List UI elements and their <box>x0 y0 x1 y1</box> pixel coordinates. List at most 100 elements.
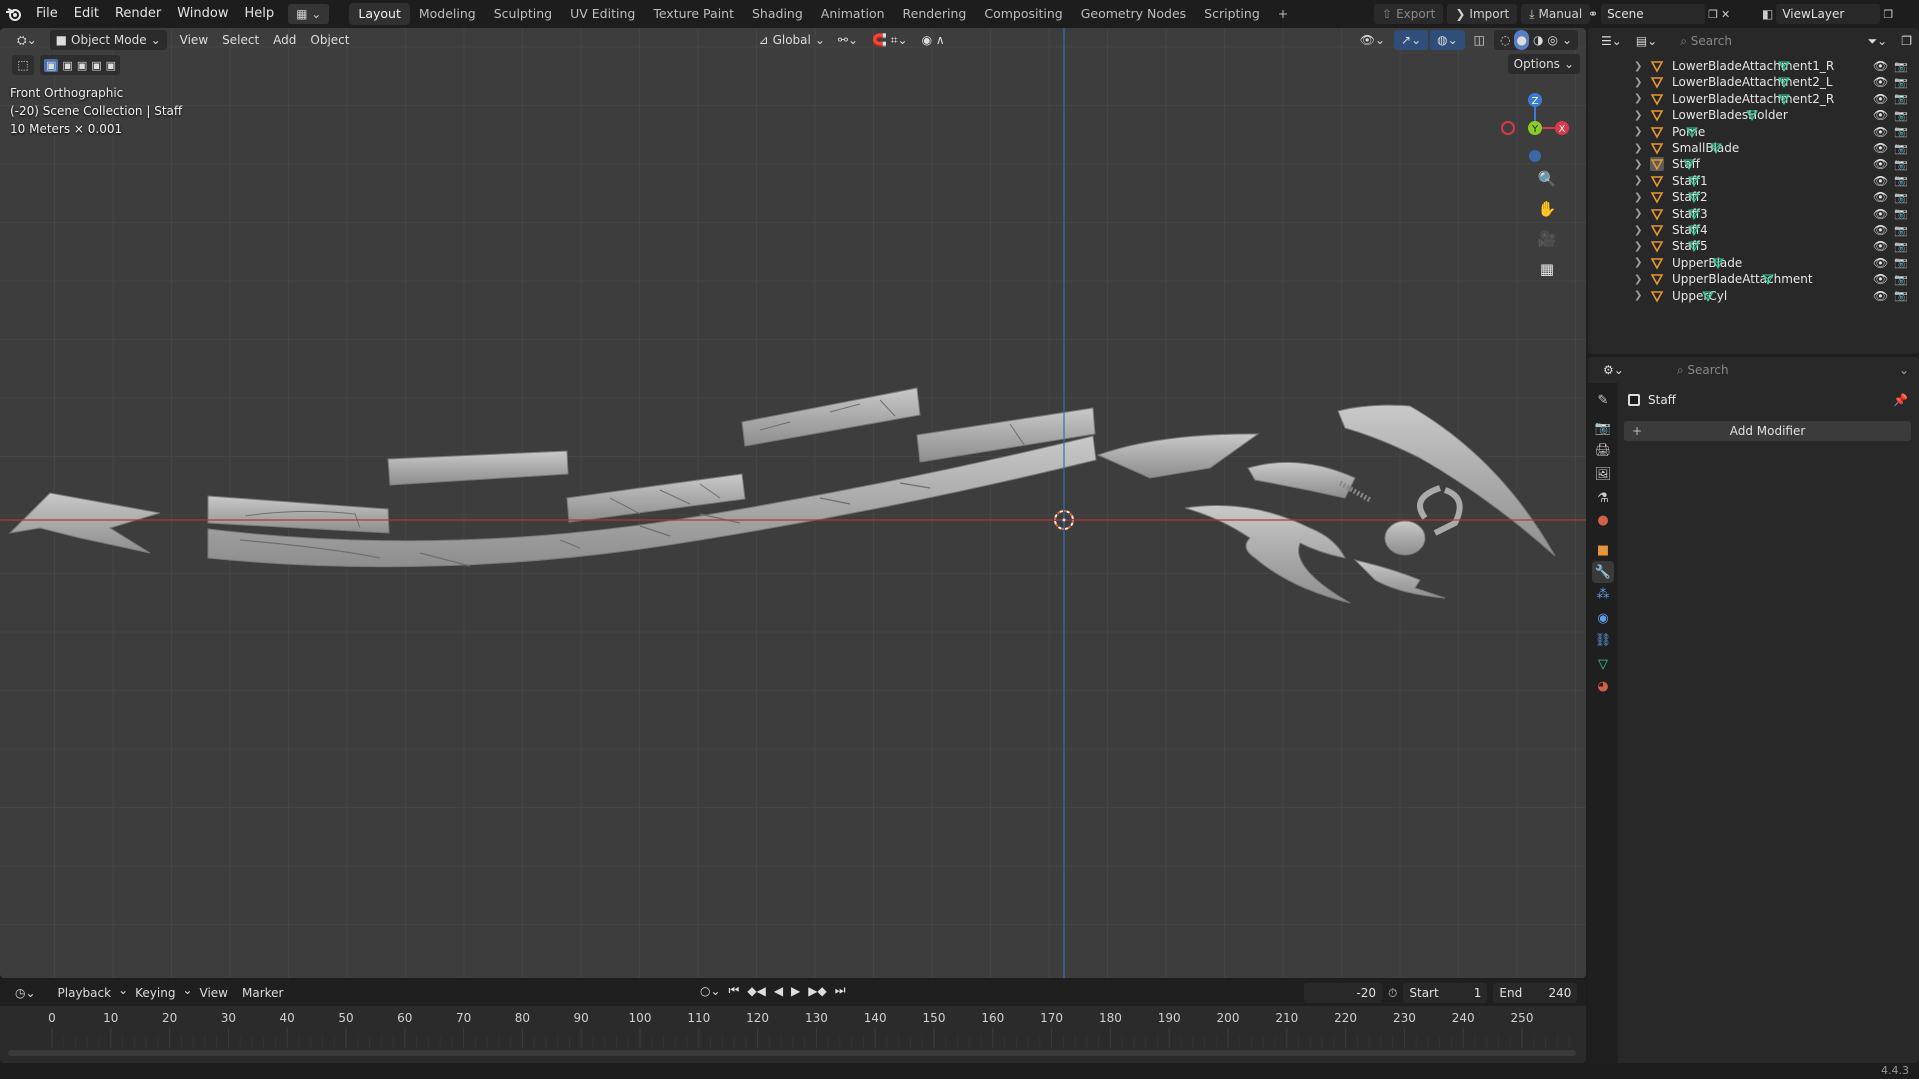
outliner-editor-type-icon[interactable]: ☰⌄ <box>1594 31 1629 51</box>
material-shading-icon[interactable]: ◑ <box>1533 30 1543 50</box>
render-camera-icon[interactable]: 📷 <box>1894 224 1908 237</box>
visibility-eye-icon[interactable]: 👁 <box>1873 59 1888 73</box>
render-camera-icon[interactable]: 📷 <box>1894 158 1908 171</box>
transform-orientation-selector[interactable]: ⊿ Global ⌄ <box>753 30 831 50</box>
menu-edit[interactable]: Edit <box>66 3 107 25</box>
expand-chevron-icon[interactable]: ❯ <box>1634 274 1642 285</box>
world-tab-icon[interactable]: ● <box>1592 509 1614 531</box>
expand-chevron-icon[interactable]: ❯ <box>1634 159 1642 170</box>
properties-editor-type-icon[interactable]: ⚙⌄ <box>1596 360 1631 380</box>
mesh-data-icon[interactable] <box>1778 76 1790 89</box>
visibility-eye-icon[interactable]: 👁 <box>1873 239 1888 253</box>
outliner-search-input[interactable]: ⌕ Search <box>1674 31 1795 51</box>
chevron-down-icon[interactable]: ⌄ <box>1562 30 1572 50</box>
staff2-shape[interactable] <box>387 450 569 486</box>
rendered-shading-icon[interactable]: ◎ <box>1547 30 1557 50</box>
visibility-eye-icon[interactable]: 👁 <box>1873 289 1888 303</box>
staff4-shape[interactable] <box>741 387 921 447</box>
mesh-data-icon[interactable] <box>1710 142 1722 154</box>
render-camera-icon[interactable]: 📷 <box>1894 191 1908 204</box>
render-camera-icon[interactable]: 📷 <box>1894 289 1908 302</box>
visibility-eye-icon[interactable]: 👁 <box>1873 92 1888 106</box>
workspace-tab-modeling[interactable]: Modeling <box>410 3 485 25</box>
3d-viewport[interactable]: ⛭⌄ ■ Object Mode ⌄ View Select Add Object ⊿ Gl… <box>0 28 1586 978</box>
add-workspace-button[interactable]: + <box>1269 3 1297 25</box>
scene-selector[interactable]: Scene <box>1601 4 1706 24</box>
small-blade-shape[interactable] <box>1353 559 1446 599</box>
workspace-tab-texture-paint[interactable]: Texture Paint <box>644 3 743 25</box>
mode-selector[interactable]: ■ Object Mode ⌄ <box>49 30 167 50</box>
visibility-eye-icon[interactable]: 👁 <box>1873 223 1888 237</box>
visibility-eye-icon[interactable]: 👁 <box>1873 207 1888 221</box>
select-new-icon[interactable]: ▣ <box>44 58 59 72</box>
zoom-icon[interactable]: 🔍 <box>1534 166 1560 192</box>
tool-tab-icon[interactable]: ✎ <box>1592 389 1614 411</box>
viewlayer-selector[interactable]: ViewLayer <box>1776 4 1881 24</box>
viewport-menu-object[interactable]: Object <box>303 30 356 50</box>
object-tab-icon[interactable]: ■ <box>1592 539 1614 561</box>
render-camera-icon[interactable]: 📷 <box>1894 92 1908 105</box>
display-mode-icon[interactable]: ▤⌄ <box>1629 31 1664 51</box>
data-tab-icon[interactable]: ▽ <box>1592 653 1614 675</box>
expand-chevron-icon[interactable]: ❯ <box>1634 208 1642 219</box>
constraints-tab-icon[interactable]: ⛓ <box>1592 629 1614 651</box>
viewport-menu-add[interactable]: Add <box>266 30 303 50</box>
visibility-eye-icon[interactable]: 👁 <box>1873 174 1888 188</box>
output-tab-icon[interactable]: 🖨 <box>1592 439 1614 461</box>
expand-chevron-icon[interactable]: ❯ <box>1634 192 1642 203</box>
mesh-data-icon[interactable] <box>1688 175 1700 187</box>
modifier-tab-icon[interactable]: 🔧 <box>1592 561 1614 583</box>
proportional-edit-icon[interactable]: ◉ ∧ <box>915 30 952 50</box>
navigation-gizmo[interactable]: Z Y X <box>1490 88 1570 168</box>
visibility-icon[interactable]: 👁⌄ <box>1353 30 1392 50</box>
expand-chevron-icon[interactable]: ❯ <box>1634 257 1642 268</box>
expand-chevron-icon[interactable]: ❯ <box>1634 61 1642 72</box>
ortho-grid-icon[interactable]: ▦ <box>1534 256 1560 282</box>
visibility-eye-icon[interactable]: 👁 <box>1873 256 1888 270</box>
render-camera-icon[interactable]: 📷 <box>1894 256 1908 269</box>
select-intersect-icon[interactable]: ▣ <box>106 59 116 72</box>
manual-button[interactable]: ⤓ Manual <box>1521 4 1591 24</box>
workspace-tab-rendering[interactable]: Rendering <box>894 3 976 25</box>
visibility-eye-icon[interactable]: 👁 <box>1873 157 1888 171</box>
render-camera-icon[interactable]: 📷 <box>1894 174 1908 187</box>
pommel-tip-shape[interactable] <box>8 492 161 554</box>
mesh-data-icon[interactable] <box>1762 273 1774 286</box>
workspace-tab-geometry-nodes[interactable]: Geometry Nodes <box>1072 3 1195 25</box>
expand-chevron-icon[interactable]: ❯ <box>1634 290 1642 301</box>
scene-tab-icon[interactable]: ⚗ <box>1592 487 1614 509</box>
workspace-tab-compositing[interactable]: Compositing <box>975 3 1071 25</box>
menu-window[interactable]: Window <box>169 3 236 25</box>
blender-logo-icon[interactable] <box>0 0 28 28</box>
view-layer-tab-icon[interactable]: 🖼 <box>1592 463 1614 485</box>
model-pieces[interactable] <box>0 28 1586 978</box>
wireframe-shading-icon[interactable]: ◌ <box>1500 30 1510 50</box>
upper-blade-attachment-shape[interactable] <box>1096 433 1260 479</box>
gizmo-toggle-icon[interactable]: ↗⌄ <box>1394 30 1429 50</box>
shading-modes[interactable]: ◌ ● ◑ ◎ ⌄ <box>1494 30 1578 50</box>
material-tab-icon[interactable]: ◕ <box>1592 675 1614 697</box>
workspace-tab-shading[interactable]: Shading <box>743 3 812 25</box>
mesh-data-icon[interactable] <box>1683 158 1695 171</box>
visibility-eye-icon[interactable]: 👁 <box>1873 141 1888 155</box>
mesh-data-icon[interactable] <box>1688 240 1700 253</box>
import-button[interactable]: ❯ Import <box>1447 4 1518 24</box>
camera-view-icon[interactable]: 🎥 <box>1534 226 1560 252</box>
mesh-data-icon[interactable] <box>1688 208 1700 220</box>
render-camera-icon[interactable]: 📷 <box>1894 109 1908 122</box>
snap-icon[interactable]: 🧲 ⌗⌄ <box>865 30 915 50</box>
pin-icon[interactable]: 📌 <box>1893 393 1908 407</box>
mesh-data-icon[interactable] <box>1688 224 1700 236</box>
render-camera-icon[interactable]: 📷 <box>1894 125 1908 138</box>
new-collection-icon[interactable]: ❐ <box>1894 31 1919 51</box>
render-camera-icon[interactable]: 📷 <box>1894 76 1908 89</box>
mesh-data-icon[interactable] <box>1778 93 1790 105</box>
viewport-menu-view[interactable]: View <box>173 30 215 50</box>
upper-blade-shape[interactable] <box>1337 404 1556 557</box>
workspace-tab-layout[interactable]: Layout <box>349 3 410 25</box>
render-camera-icon[interactable]: 📷 <box>1894 273 1908 286</box>
pan-hand-icon[interactable]: ✋ <box>1534 196 1560 222</box>
pome-shape[interactable] <box>1384 520 1426 556</box>
expand-chevron-icon[interactable]: ❯ <box>1634 225 1642 236</box>
xray-toggle-icon[interactable]: ◫ <box>1467 30 1492 50</box>
